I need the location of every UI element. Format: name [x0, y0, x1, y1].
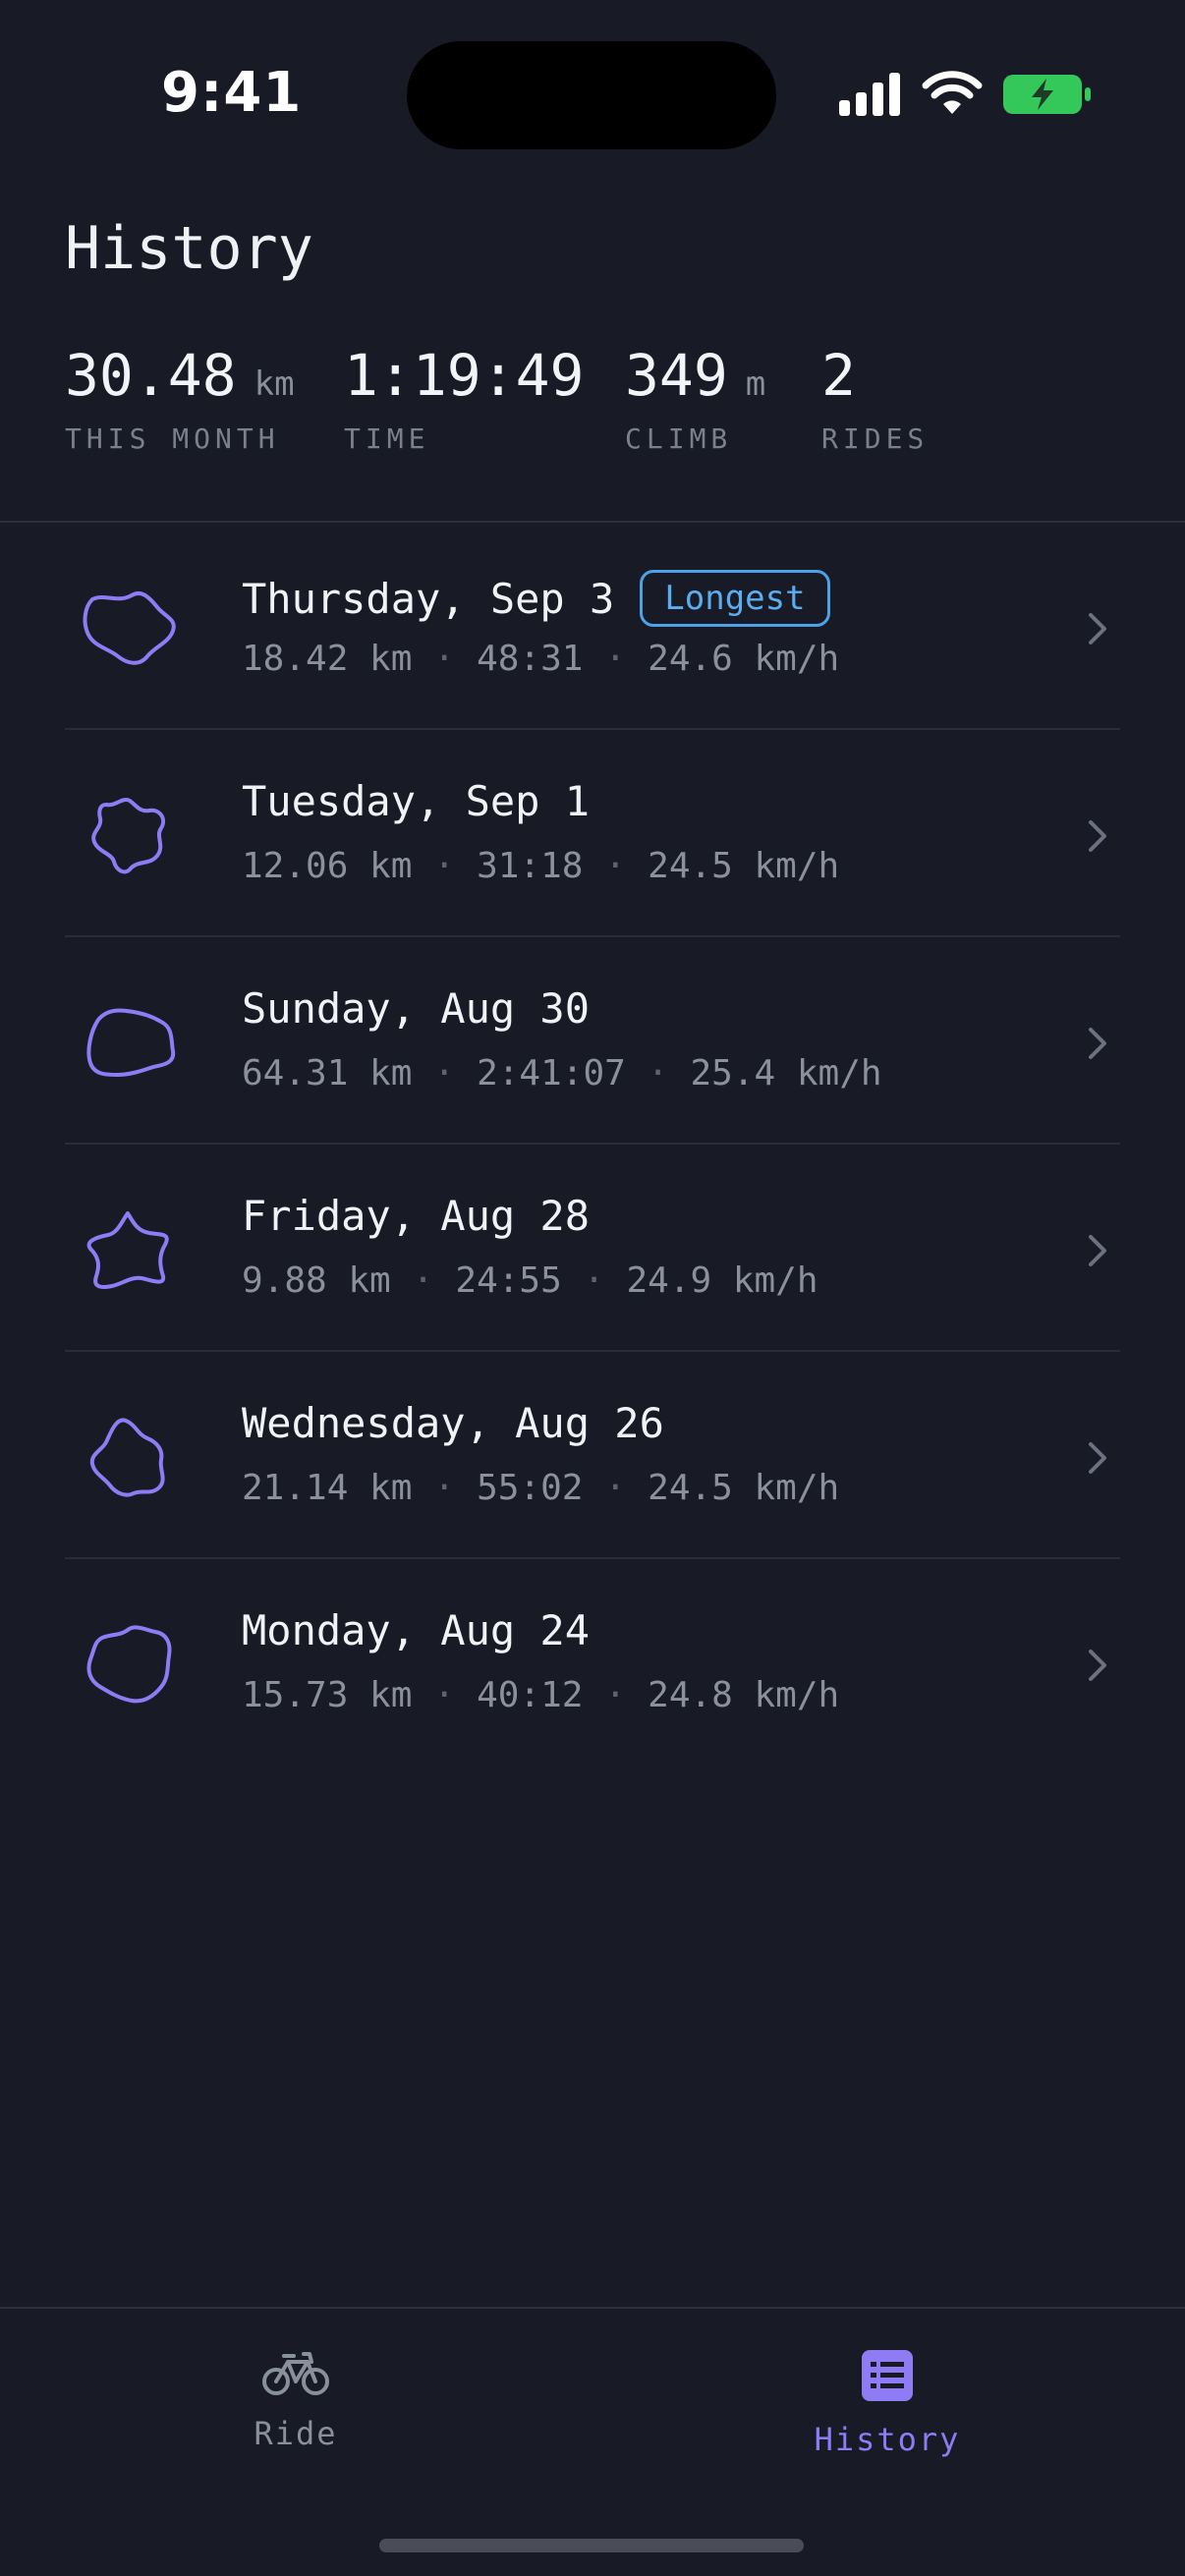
route-shape-icon: [86, 1211, 169, 1289]
stat-distance-value: 30.48: [65, 342, 237, 409]
status-time: 9:41: [161, 61, 303, 125]
separator-dot: ·: [604, 639, 627, 679]
ride-row[interactable]: Friday, Aug 28 9.88 km · 24:55 · 24.9 km/h: [0, 1145, 1185, 1352]
stat-rides-label: RIDES: [821, 422, 930, 455]
tab-ride[interactable]: Ride: [178, 2348, 414, 2452]
ride-speed: 24.8 km/h: [648, 1675, 840, 1715]
ride-speed: 25.4 km/h: [690, 1053, 882, 1093]
ride-date: Monday, Aug 24: [242, 1606, 591, 1654]
chevron-right-icon: [1089, 1235, 1106, 1266]
stat-climb-value: 349: [625, 342, 728, 409]
stat-climb-label: CLIMB: [625, 422, 733, 455]
ride-distance: 64.31 km: [242, 1053, 413, 1093]
ride-date: Friday, Aug 28: [242, 1192, 591, 1240]
ride-duration: 48:31: [477, 639, 584, 679]
page-title: History: [65, 214, 313, 283]
ride-summary: 12.06 km · 31:18 · 24.5 km/h: [242, 846, 839, 886]
ride-row[interactable]: Monday, Aug 24 15.73 km · 40:12 · 24.8 km/h: [0, 1559, 1185, 1766]
ride-distance: 12.06 km: [242, 846, 413, 886]
chevron-right-icon: [1089, 1028, 1106, 1059]
ride-summary: 18.42 km · 48:31 · 24.6 km/h: [242, 639, 839, 679]
home-indicator[interactable]: [379, 2539, 804, 2552]
ride-duration: 55:02: [477, 1468, 584, 1508]
route-shape-icon: [86, 1008, 176, 1077]
tab-ride-label: Ride: [254, 2415, 338, 2452]
separator-dot: ·: [433, 1053, 456, 1093]
stat-rides-value: 2: [821, 342, 856, 409]
separator-dot: ·: [433, 1675, 456, 1715]
longest-badge: Longest: [640, 570, 830, 627]
ride-duration: 40:12: [477, 1675, 584, 1715]
route-shape-icon: [86, 1625, 172, 1704]
separator-dot: ·: [433, 1468, 456, 1508]
ride-row[interactable]: Wednesday, Aug 26 21.14 km · 55:02 · 24.5 km…: [0, 1352, 1185, 1559]
stat-distance-label: THIS MONTH: [65, 422, 280, 455]
list-icon: [862, 2350, 913, 2401]
cellular-signal-icon: [839, 73, 900, 116]
separator-dot: ·: [433, 846, 456, 886]
ride-distance: 15.73 km: [242, 1675, 413, 1715]
ride-summary: 21.14 km · 55:02 · 24.5 km/h: [242, 1468, 839, 1508]
stat-time-label: TIME: [344, 422, 430, 455]
ride-speed: 24.9 km/h: [626, 1260, 818, 1301]
stat-time-value: 1:19:49: [344, 342, 585, 409]
separator-dot: ·: [647, 1053, 669, 1093]
separator-dot: ·: [604, 1468, 627, 1508]
ride-speed: 24.6 km/h: [648, 639, 840, 679]
monthly-stats: 30.48 km THIS MONTH 1:19:49 TIME 349 m CLI…: [65, 342, 1146, 460]
separator-dot: ·: [604, 1675, 627, 1715]
status-bar: 9:41: [0, 0, 1185, 187]
ride-speed: 24.5 km/h: [648, 1468, 840, 1508]
ride-row[interactable]: Sunday, Aug 30 64.31 km · 2:41:07 · 25.4 km/…: [0, 937, 1185, 1145]
stat-climb-unit: m: [745, 364, 766, 404]
chevron-right-icon: [1089, 1442, 1106, 1474]
ride-duration: 2:41:07: [477, 1053, 626, 1093]
chevron-right-icon: [1089, 613, 1106, 644]
separator-dot: ·: [412, 1260, 434, 1301]
route-shape-icon: [83, 590, 176, 665]
ride-summary: 9.88 km · 24:55 · 24.9 km/h: [242, 1260, 818, 1301]
ride-date: Thursday, Sep 3: [242, 575, 615, 623]
wifi-icon: [922, 71, 983, 114]
battery-charging-icon: [1003, 75, 1091, 114]
separator-dot: ·: [433, 639, 456, 679]
ride-date: Tuesday, Sep 1: [242, 777, 591, 825]
separator-dot: ·: [604, 846, 627, 886]
ride-distance: 21.14 km: [242, 1468, 413, 1508]
stat-climb: 349 m CLIMB: [625, 342, 765, 455]
chevron-right-icon: [1089, 820, 1106, 852]
stat-distance: 30.48 km THIS MONTH: [65, 342, 295, 455]
ride-list: Thursday, Sep 3 Longest 18.42 km · 48:31 · 24…: [0, 523, 1185, 1766]
dynamic-island: [407, 41, 776, 149]
ride-summary: 15.73 km · 40:12 · 24.8 km/h: [242, 1675, 839, 1715]
stat-time: 1:19:49 TIME: [344, 342, 584, 455]
ride-date: Wednesday, Aug 26: [242, 1399, 664, 1447]
ride-summary: 64.31 km · 2:41:07 · 25.4 km/h: [242, 1053, 882, 1093]
ride-duration: 31:18: [477, 846, 584, 886]
bicycle-icon: [262, 2352, 329, 2395]
separator-dot: ·: [583, 1260, 605, 1301]
ride-row[interactable]: Tuesday, Sep 1 12.06 km · 31:18 · 24.5 km/h: [0, 730, 1185, 937]
stat-distance-unit: km: [254, 364, 295, 404]
ride-distance: 9.88 km: [242, 1260, 391, 1301]
stat-rides: 2 RIDES: [821, 342, 929, 455]
ride-row[interactable]: Thursday, Sep 3 Longest 18.42 km · 48:31 · 24…: [0, 523, 1185, 730]
route-shape-icon: [91, 798, 166, 874]
route-shape-icon: [89, 1418, 165, 1497]
ride-speed: 24.5 km/h: [648, 846, 840, 886]
ride-date: Sunday, Aug 30: [242, 984, 591, 1033]
tab-bar-divider: [0, 2307, 1185, 2309]
tab-history[interactable]: History: [769, 2348, 1005, 2458]
ride-duration: 24:55: [455, 1260, 562, 1301]
ride-distance: 18.42 km: [242, 639, 413, 679]
tab-history-label: History: [814, 2421, 961, 2458]
chevron-right-icon: [1089, 1650, 1106, 1681]
